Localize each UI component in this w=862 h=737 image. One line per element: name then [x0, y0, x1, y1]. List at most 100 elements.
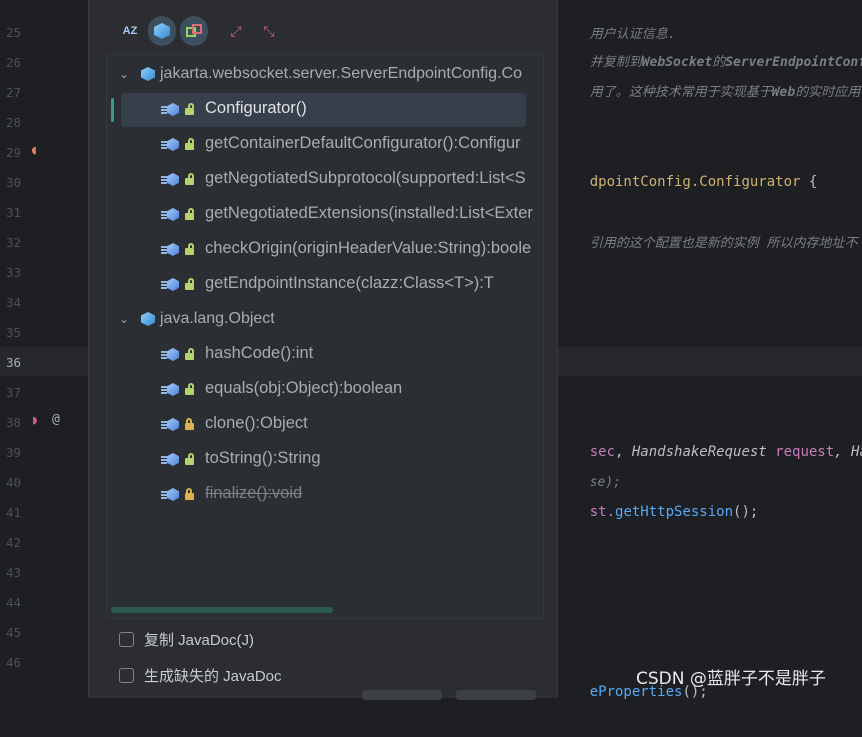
- class-node-label: jakarta.websocket.server.ServerEndpointC…: [160, 65, 522, 82]
- method-icon: [161, 243, 179, 257]
- line-number: 35: [6, 325, 22, 340]
- watermark: CSDN @蓝胖子不是胖子: [636, 669, 826, 689]
- method-icon: [161, 383, 179, 397]
- ok-button[interactable]: [362, 690, 442, 700]
- method-icon: [161, 138, 179, 152]
- public-lock-icon: [185, 453, 195, 465]
- class-icon: [141, 67, 155, 81]
- horizontal-scrollbar[interactable]: [111, 607, 333, 613]
- selection-highlight: [121, 93, 526, 127]
- expand-all-button[interactable]: ⤢: [222, 16, 250, 46]
- protected-lock-icon: [185, 488, 195, 500]
- public-lock-icon: [185, 173, 195, 185]
- method-icon: [161, 208, 179, 222]
- inherited-icon: [186, 24, 202, 38]
- method-label: checkOrigin(originHeaderValue:String):bo…: [205, 239, 532, 257]
- line-number: 29: [6, 145, 22, 160]
- method-item[interactable]: getEndpointInstance(clazz:Class<T>):T: [107, 267, 543, 301]
- method-item[interactable]: toString():String: [107, 442, 543, 476]
- chevron-down-icon[interactable]: ⌄: [117, 312, 131, 326]
- method-icon: [161, 173, 179, 187]
- line-number: 41: [6, 505, 22, 520]
- cube-icon: [154, 23, 170, 39]
- line-number: 36: [6, 355, 22, 370]
- collapse-all-button[interactable]: ⤡: [255, 16, 283, 46]
- line-number: 45: [6, 625, 22, 640]
- collapse-icon: ⤡: [263, 22, 275, 39]
- show-inherited-button[interactable]: [180, 16, 208, 46]
- method-label: getContainerDefaultConfigurator():Config…: [205, 134, 521, 152]
- line-number: 34: [6, 295, 22, 310]
- public-lock-icon: [185, 243, 195, 255]
- class-icon: [141, 312, 155, 326]
- line-number: 46: [6, 655, 22, 670]
- structure-tree[interactable]: ⌄ jakarta.websocket.server.ServerEndpoin…: [106, 54, 544, 619]
- line-number: 31: [6, 205, 22, 220]
- method-label: clone():Object: [205, 414, 308, 432]
- cancel-button[interactable]: [456, 690, 536, 700]
- method-item[interactable]: equals(obj:Object):boolean: [107, 372, 543, 406]
- method-item[interactable]: getNegotiatedSubprotocol(supported:List<…: [107, 162, 543, 196]
- method-item[interactable]: finalize():void: [107, 477, 543, 511]
- public-lock-icon: [185, 383, 195, 395]
- code-line-25: 并复制到WebSocket的ServerEndpointConf: [589, 55, 862, 70]
- method-item[interactable]: checkOrigin(originHeaderValue:String):bo…: [107, 232, 543, 266]
- tree-node-object[interactable]: ⌄ java.lang.Object: [107, 302, 543, 336]
- public-lock-icon: [185, 348, 195, 360]
- file-structure-popup[interactable]: AZ ⤢ ⤡ ⌄ jakarta.websocket.server.Server…: [88, 0, 558, 700]
- method-label: Configurator(): [205, 99, 307, 117]
- method-icon: [161, 453, 179, 467]
- method-item[interactable]: getNegotiatedExtensions(installed:List<E…: [107, 197, 543, 231]
- show-fields-button[interactable]: [148, 16, 176, 46]
- public-lock-icon: [185, 138, 195, 150]
- tree-node-class[interactable]: ⌄ jakarta.websocket.server.ServerEndpoin…: [107, 57, 543, 91]
- method-icon: [161, 418, 179, 432]
- public-lock-icon: [185, 208, 195, 220]
- selection-marker: [111, 98, 114, 122]
- code-line-40: st.getHttpSession();: [589, 504, 759, 520]
- method-item[interactable]: clone():Object: [107, 407, 543, 441]
- generate-missing-javadoc-checkbox[interactable]: [119, 667, 134, 683]
- copy-javadoc-label: 复制 JavaDoc(J): [144, 631, 255, 649]
- method-item[interactable]: Configurator(): [107, 92, 543, 127]
- public-lock-icon: [185, 278, 195, 290]
- popup-toolbar: AZ ⤢ ⤡: [89, 16, 557, 50]
- override-method-icon[interactable]: ◖: [30, 143, 38, 158]
- copy-javadoc-option[interactable]: 复制 JavaDoc(J): [119, 627, 254, 651]
- line-number: 40: [6, 475, 22, 490]
- line-number: 44: [6, 595, 22, 610]
- annotation-icon: @: [52, 412, 60, 427]
- line-number: 37: [6, 385, 22, 400]
- method-label: toString():String: [205, 449, 321, 467]
- public-lock-icon: [185, 103, 195, 115]
- implements-method-icon[interactable]: ◗: [31, 413, 39, 428]
- code-line-29: dpointConfig.Configurator {: [589, 174, 818, 190]
- code-line-26: 用了。这种技术常用于实现基于Web的实时应用: [589, 85, 861, 100]
- line-number: 32: [6, 235, 22, 250]
- line-number: 26: [6, 55, 22, 70]
- line-number: 33: [6, 265, 22, 280]
- method-icon: [161, 103, 179, 117]
- method-icon: [161, 348, 179, 362]
- copy-javadoc-checkbox[interactable]: [119, 631, 134, 647]
- chevron-down-icon[interactable]: ⌄: [117, 67, 131, 81]
- method-label: hashCode():int: [205, 344, 314, 362]
- method-item[interactable]: hashCode():int: [107, 337, 543, 371]
- method-label: finalize():void: [205, 484, 303, 502]
- method-label: equals(obj:Object):boolean: [205, 379, 403, 397]
- method-label: getEndpointInstance(clazz:Class<T>):T: [205, 274, 494, 292]
- sort-alphabetically-button[interactable]: AZ: [116, 16, 144, 46]
- method-label: getNegotiatedSubprotocol(supported:List<…: [205, 169, 526, 187]
- object-node-label: java.lang.Object: [160, 310, 275, 327]
- generate-missing-javadoc-option[interactable]: 生成缺失的 JavaDoc: [119, 663, 282, 687]
- line-number: 39: [6, 445, 22, 460]
- line-number: 38: [6, 415, 22, 430]
- sort-alpha-icon: AZ: [122, 25, 138, 37]
- code-line-38: sec, HandshakeRequest request, Ha: [589, 444, 862, 460]
- line-number: 28: [6, 115, 22, 130]
- method-icon: [161, 488, 179, 502]
- method-item[interactable]: getContainerDefaultConfigurator():Config…: [107, 127, 543, 161]
- expand-icon: ⤢: [230, 22, 242, 39]
- line-number: 30: [6, 175, 22, 190]
- method-label: getNegotiatedExtensions(installed:List<E…: [205, 204, 533, 222]
